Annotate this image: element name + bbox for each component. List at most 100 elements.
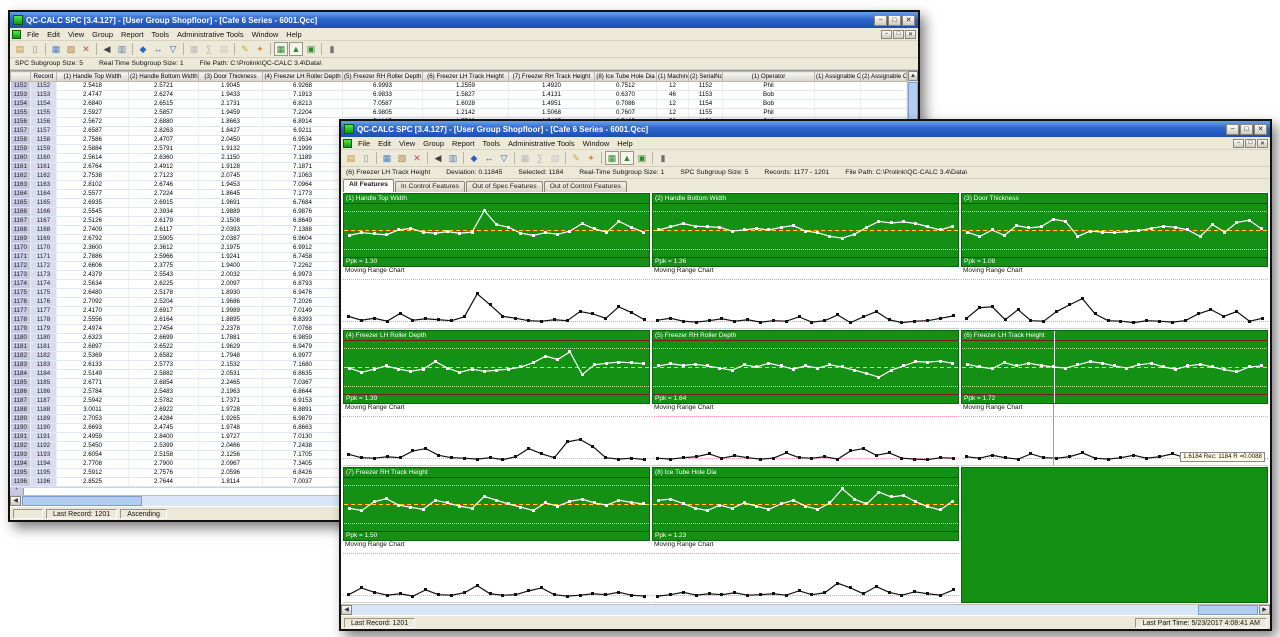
record-cell[interactable]: 1181	[31, 343, 57, 352]
cell[interactable]: 2.6922	[129, 406, 199, 415]
data-point[interactable]	[1113, 231, 1116, 234]
stats-icon[interactable]: ∑	[533, 151, 547, 165]
data-point[interactable]	[1174, 368, 1177, 371]
record-cell[interactable]: 1190	[31, 424, 57, 433]
cell[interactable]: 2.5671	[129, 487, 199, 488]
data-point[interactable]	[706, 364, 709, 367]
child-close-button[interactable]: ✕	[1257, 139, 1268, 148]
cell[interactable]: 6.8663	[263, 424, 343, 433]
data-point[interactable]	[785, 320, 788, 323]
data-point[interactable]	[810, 321, 813, 324]
cell[interactable]: 2.0967	[199, 460, 263, 469]
data-point[interactable]	[816, 508, 819, 511]
data-point[interactable]	[772, 592, 775, 595]
moving-range-chart[interactable]: Moving Range Chart	[343, 404, 650, 466]
data-point[interactable]	[743, 228, 746, 231]
menu-window[interactable]: Window	[248, 30, 283, 39]
row-number-cell[interactable]: 1184	[11, 370, 31, 379]
data-point[interactable]	[411, 319, 414, 322]
data-point[interactable]	[816, 367, 819, 370]
cell[interactable]: 1.9433	[199, 91, 263, 100]
data-point[interactable]	[527, 319, 530, 322]
cell[interactable]: 1.8427	[199, 127, 263, 136]
data-point[interactable]	[1223, 231, 1226, 234]
data-point[interactable]	[1125, 367, 1128, 370]
data-point[interactable]	[1211, 365, 1214, 368]
data-point[interactable]	[507, 502, 510, 505]
cell[interactable]: 1.9459	[199, 109, 263, 118]
data-point[interactable]	[501, 594, 504, 597]
data-point[interactable]	[1094, 457, 1097, 460]
data-point[interactable]	[1027, 226, 1030, 229]
data-point[interactable]	[902, 220, 905, 223]
data-point[interactable]	[875, 585, 878, 588]
record-cell[interactable]: 1194	[31, 460, 57, 469]
data-point[interactable]	[630, 226, 633, 229]
cell[interactable]: 6.8649	[263, 217, 343, 226]
key-icon[interactable]: ▮	[325, 42, 339, 56]
data-point[interactable]	[720, 593, 723, 596]
data-point[interactable]	[1171, 452, 1174, 455]
data-point[interactable]	[1235, 310, 1238, 313]
first-record-icon[interactable]: ◀	[431, 151, 445, 165]
data-point[interactable]	[450, 319, 453, 322]
data-point[interactable]	[373, 500, 376, 503]
cell[interactable]: 1.4131	[509, 91, 595, 100]
cell[interactable]: 6.7684	[263, 199, 343, 208]
record-cell[interactable]: 1183	[31, 361, 57, 370]
data-point[interactable]	[746, 594, 749, 597]
data-point[interactable]	[1029, 319, 1032, 322]
cell[interactable]: 2.6587	[57, 127, 129, 136]
menu-help[interactable]: Help	[282, 30, 305, 39]
data-point[interactable]	[397, 228, 400, 231]
cell[interactable]: 2.5773	[129, 361, 199, 370]
maximize-button[interactable]: □	[888, 15, 901, 26]
cell[interactable]	[815, 109, 861, 118]
data-point[interactable]	[1101, 231, 1104, 234]
cell[interactable]: 7.0037	[263, 478, 343, 487]
cell[interactable]: 2.6935	[57, 199, 129, 208]
data-point[interactable]	[373, 232, 376, 235]
data-point[interactable]	[446, 367, 449, 370]
table-row[interactable]: 115411542.68402.65152.17316.82137.05871.…	[11, 100, 907, 109]
row-number-cell[interactable]: 1158	[11, 136, 31, 145]
data-point[interactable]	[767, 362, 770, 365]
cell[interactable]: 46	[657, 91, 689, 100]
wrench-icon[interactable]: ✦	[584, 151, 598, 165]
cell[interactable]: 2.0450	[199, 136, 263, 145]
row-number-cell[interactable]: 1169	[11, 235, 31, 244]
record-cell[interactable]: 1193	[31, 451, 57, 460]
data-point[interactable]	[926, 505, 929, 508]
data-point[interactable]	[1017, 308, 1020, 311]
column-header[interactable]: (6) Freezer LH Track Height	[423, 72, 509, 82]
row-number-cell[interactable]: 1153	[11, 91, 31, 100]
data-point[interactable]	[1003, 361, 1006, 364]
data-point[interactable]	[926, 458, 929, 461]
data-point[interactable]	[746, 318, 749, 321]
menu-view[interactable]: View	[395, 139, 419, 148]
data-point[interactable]	[501, 315, 504, 318]
cell[interactable]: 12	[657, 100, 689, 109]
cell[interactable]: 6.9534	[263, 136, 343, 145]
column-header[interactable]: (5) Freezer RH Roller Depth	[343, 72, 423, 82]
data-point[interactable]	[695, 594, 698, 597]
cell[interactable]: 1.5068	[509, 109, 595, 118]
menu-file[interactable]: File	[23, 30, 43, 39]
record-cell[interactable]: 1186	[31, 388, 57, 397]
cell[interactable]: 1.9686	[199, 298, 263, 307]
data-point[interactable]	[849, 586, 852, 589]
cell[interactable]: 1.9241	[199, 253, 263, 262]
data-point[interactable]	[888, 318, 891, 321]
row-number-cell[interactable]: 1195	[11, 469, 31, 478]
record-cell[interactable]: 1168	[31, 226, 57, 235]
data-point[interactable]	[914, 360, 917, 363]
data-point[interactable]	[507, 368, 510, 371]
data-point[interactable]	[458, 505, 461, 508]
data-point[interactable]	[553, 593, 556, 596]
data-point[interactable]	[579, 594, 582, 597]
data-point[interactable]	[458, 232, 461, 235]
data-point[interactable]	[385, 233, 388, 236]
data-point[interactable]	[792, 224, 795, 227]
datasheet-icon[interactable]: ▦	[605, 151, 619, 165]
data-point[interactable]	[733, 454, 736, 457]
